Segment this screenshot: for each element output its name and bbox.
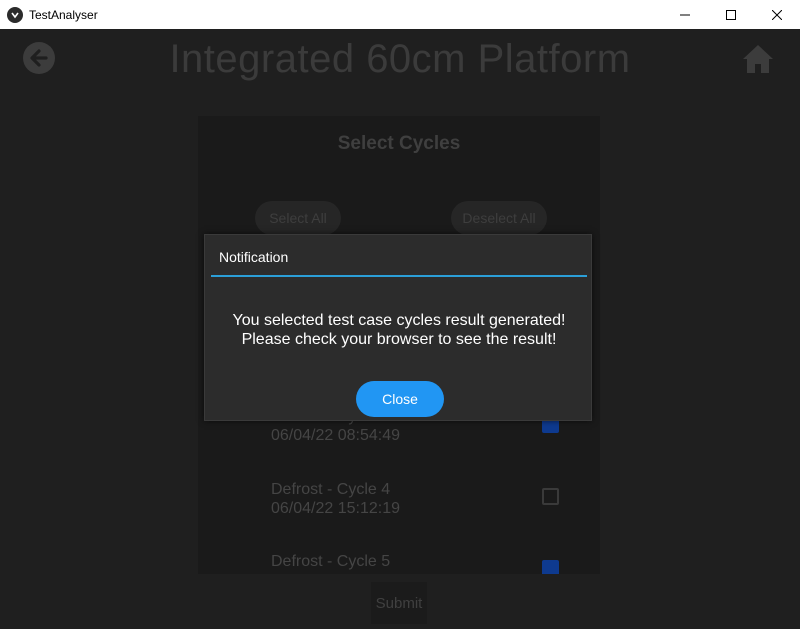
window-controls [662,0,800,29]
cycle-date: 06/04/22 15:12:19 [271,500,401,517]
maximize-icon[interactable] [708,0,754,29]
notification-dialog: Notification You selected test case cycl… [204,234,592,421]
close-button[interactable]: Close [356,381,444,417]
app-logo-icon [7,6,23,23]
dialog-message-line: Please check your browser to see the res… [241,331,557,348]
submit-button[interactable]: Submit [371,582,427,624]
dialog-message-line: You selected test case cycles result gen… [232,312,566,329]
close-icon[interactable] [754,0,800,29]
home-icon[interactable] [741,42,775,76]
window-titlebar: TestAnalyser [0,0,800,29]
dialog-title-separator [211,275,587,277]
dialog-title: Notification [219,249,289,265]
cycle-checkbox[interactable] [542,488,559,505]
page-title: Integrated 60cm Platform [169,37,631,81]
cycle-name: Defrost - Cycle 5 [271,553,391,570]
cycle-checkbox[interactable] [542,560,559,574]
window-title: TestAnalyser [29,7,98,22]
cycle-name: Defrost - Cycle 4 [271,481,391,498]
list-item[interactable]: Defrost - Cycle 5 [271,552,571,571]
list-item[interactable]: Defrost - Cycle 4 06/04/22 15:12:19 [271,480,571,518]
dialog-message: You selected test case cycles result gen… [205,311,593,349]
cycle-date: 06/04/22 08:54:49 [271,427,401,444]
minimize-icon[interactable] [662,0,708,29]
